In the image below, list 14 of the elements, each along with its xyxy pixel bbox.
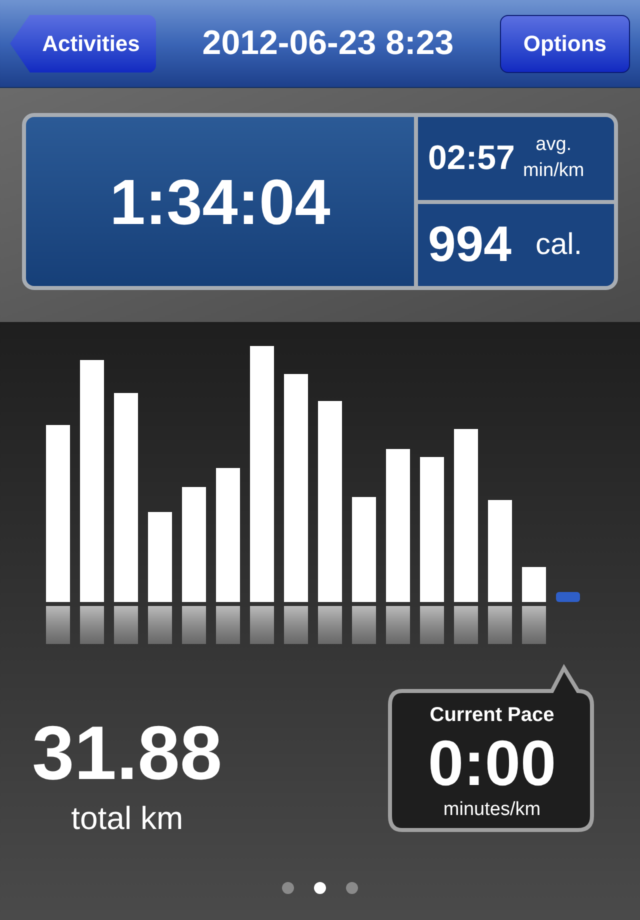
window-title: 2012-06-23 8:23 bbox=[202, 23, 454, 64]
current-pace-value: 0:00 bbox=[428, 730, 556, 796]
distance-unit: total km bbox=[71, 799, 184, 838]
current-pace-unit: minutes/km bbox=[443, 798, 541, 822]
pace-unit: avg. bbox=[536, 133, 572, 158]
distance-value: 31.88 bbox=[32, 714, 222, 794]
options-button[interactable]: Options bbox=[500, 14, 630, 72]
pace-value: 02:57 bbox=[428, 138, 515, 179]
duration-value: 1:34:04 bbox=[110, 164, 330, 240]
pace-unit: min/km bbox=[522, 159, 584, 184]
calories-value: 994 bbox=[428, 215, 512, 274]
back-button[interactable]: Activities bbox=[10, 14, 156, 72]
pace-label: Current Pace bbox=[430, 703, 554, 728]
calories-unit: cal. bbox=[535, 227, 582, 264]
